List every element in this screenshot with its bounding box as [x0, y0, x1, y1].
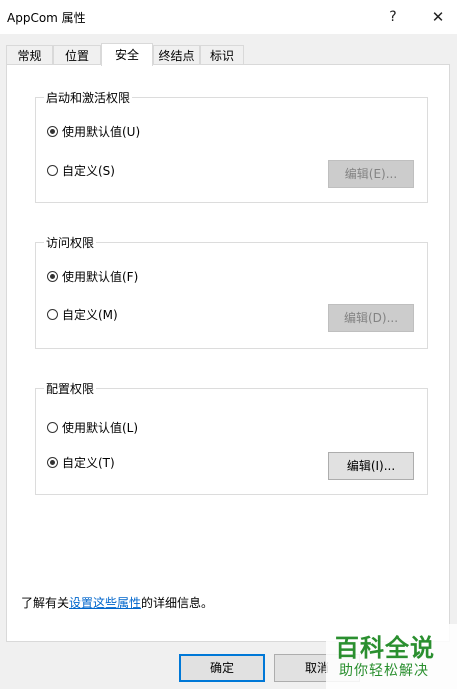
access-custom-option[interactable]: 自定义(M) — [47, 306, 118, 322]
launch-default-label: 使用默认值(U) — [62, 124, 141, 139]
tab-strip: 常规 位置 安全 终结点 标识 — [6, 43, 451, 66]
tab-general[interactable]: 常规 — [6, 45, 53, 65]
launch-edit-button[interactable]: 编辑(E)... — [328, 160, 414, 188]
window-title: AppCom 属性 — [7, 11, 86, 25]
tab-endpoints[interactable]: 终结点 — [153, 45, 200, 65]
radio-icon[interactable] — [47, 125, 58, 137]
title-bar: AppCom 属性 ? ✕ — [0, 0, 457, 34]
info-text: 了解有关设置这些属性的详细信息。 — [21, 594, 213, 611]
launch-permissions-title: 启动和激活权限 — [44, 89, 133, 106]
close-icon[interactable]: ✕ — [427, 6, 449, 28]
launch-custom-label: 自定义(S) — [62, 163, 115, 178]
config-default-option[interactable]: 使用默认值(L) — [47, 419, 138, 435]
access-edit-button[interactable]: 编辑(D)... — [328, 304, 414, 332]
watermark-logo: 百科全说 助你轻松解决 — [326, 624, 457, 689]
watermark-main-text: 百科全说 — [335, 634, 435, 662]
config-permissions-title: 配置权限 — [44, 380, 97, 397]
launch-custom-option[interactable]: 自定义(S) — [47, 162, 115, 178]
access-custom-label: 自定义(M) — [62, 307, 118, 322]
help-icon[interactable]: ? — [382, 6, 404, 28]
access-default-label: 使用默认值(F) — [62, 269, 139, 284]
config-default-label: 使用默认值(L) — [62, 420, 139, 435]
radio-icon[interactable] — [47, 308, 58, 320]
radio-icon[interactable] — [47, 456, 58, 468]
radio-icon[interactable] — [47, 270, 58, 282]
watermark-sub-text: 助你轻松解决 — [339, 663, 429, 679]
info-suffix: 的详细信息。 — [141, 596, 214, 610]
access-default-option[interactable]: 使用默认值(F) — [47, 268, 138, 284]
security-panel: 启动和激活权限 使用默认值(U) 自定义(S) 编辑(E)... 访问权限 使用… — [6, 64, 450, 642]
ok-button[interactable]: 确定 — [179, 654, 265, 682]
config-permissions-group: 配置权限 使用默认值(L) 自定义(T) 编辑(I)... — [35, 380, 428, 495]
config-edit-button[interactable]: 编辑(I)... — [328, 452, 414, 480]
radio-icon[interactable] — [47, 421, 58, 433]
config-custom-option[interactable]: 自定义(T) — [47, 454, 115, 470]
info-link[interactable]: 设置这些属性 — [69, 596, 141, 610]
tab-security[interactable]: 安全 — [101, 43, 153, 66]
launch-default-option[interactable]: 使用默认值(U) — [47, 123, 140, 139]
access-permissions-title: 访问权限 — [44, 234, 97, 251]
tab-location[interactable]: 位置 — [53, 45, 101, 65]
radio-icon[interactable] — [47, 164, 58, 176]
info-prefix: 了解有关 — [21, 596, 70, 610]
launch-permissions-group: 启动和激活权限 使用默认值(U) 自定义(S) 编辑(E)... — [35, 89, 428, 203]
config-custom-label: 自定义(T) — [62, 455, 115, 470]
tab-identity[interactable]: 标识 — [200, 45, 244, 65]
access-permissions-group: 访问权限 使用默认值(F) 自定义(M) 编辑(D)... — [35, 234, 428, 349]
